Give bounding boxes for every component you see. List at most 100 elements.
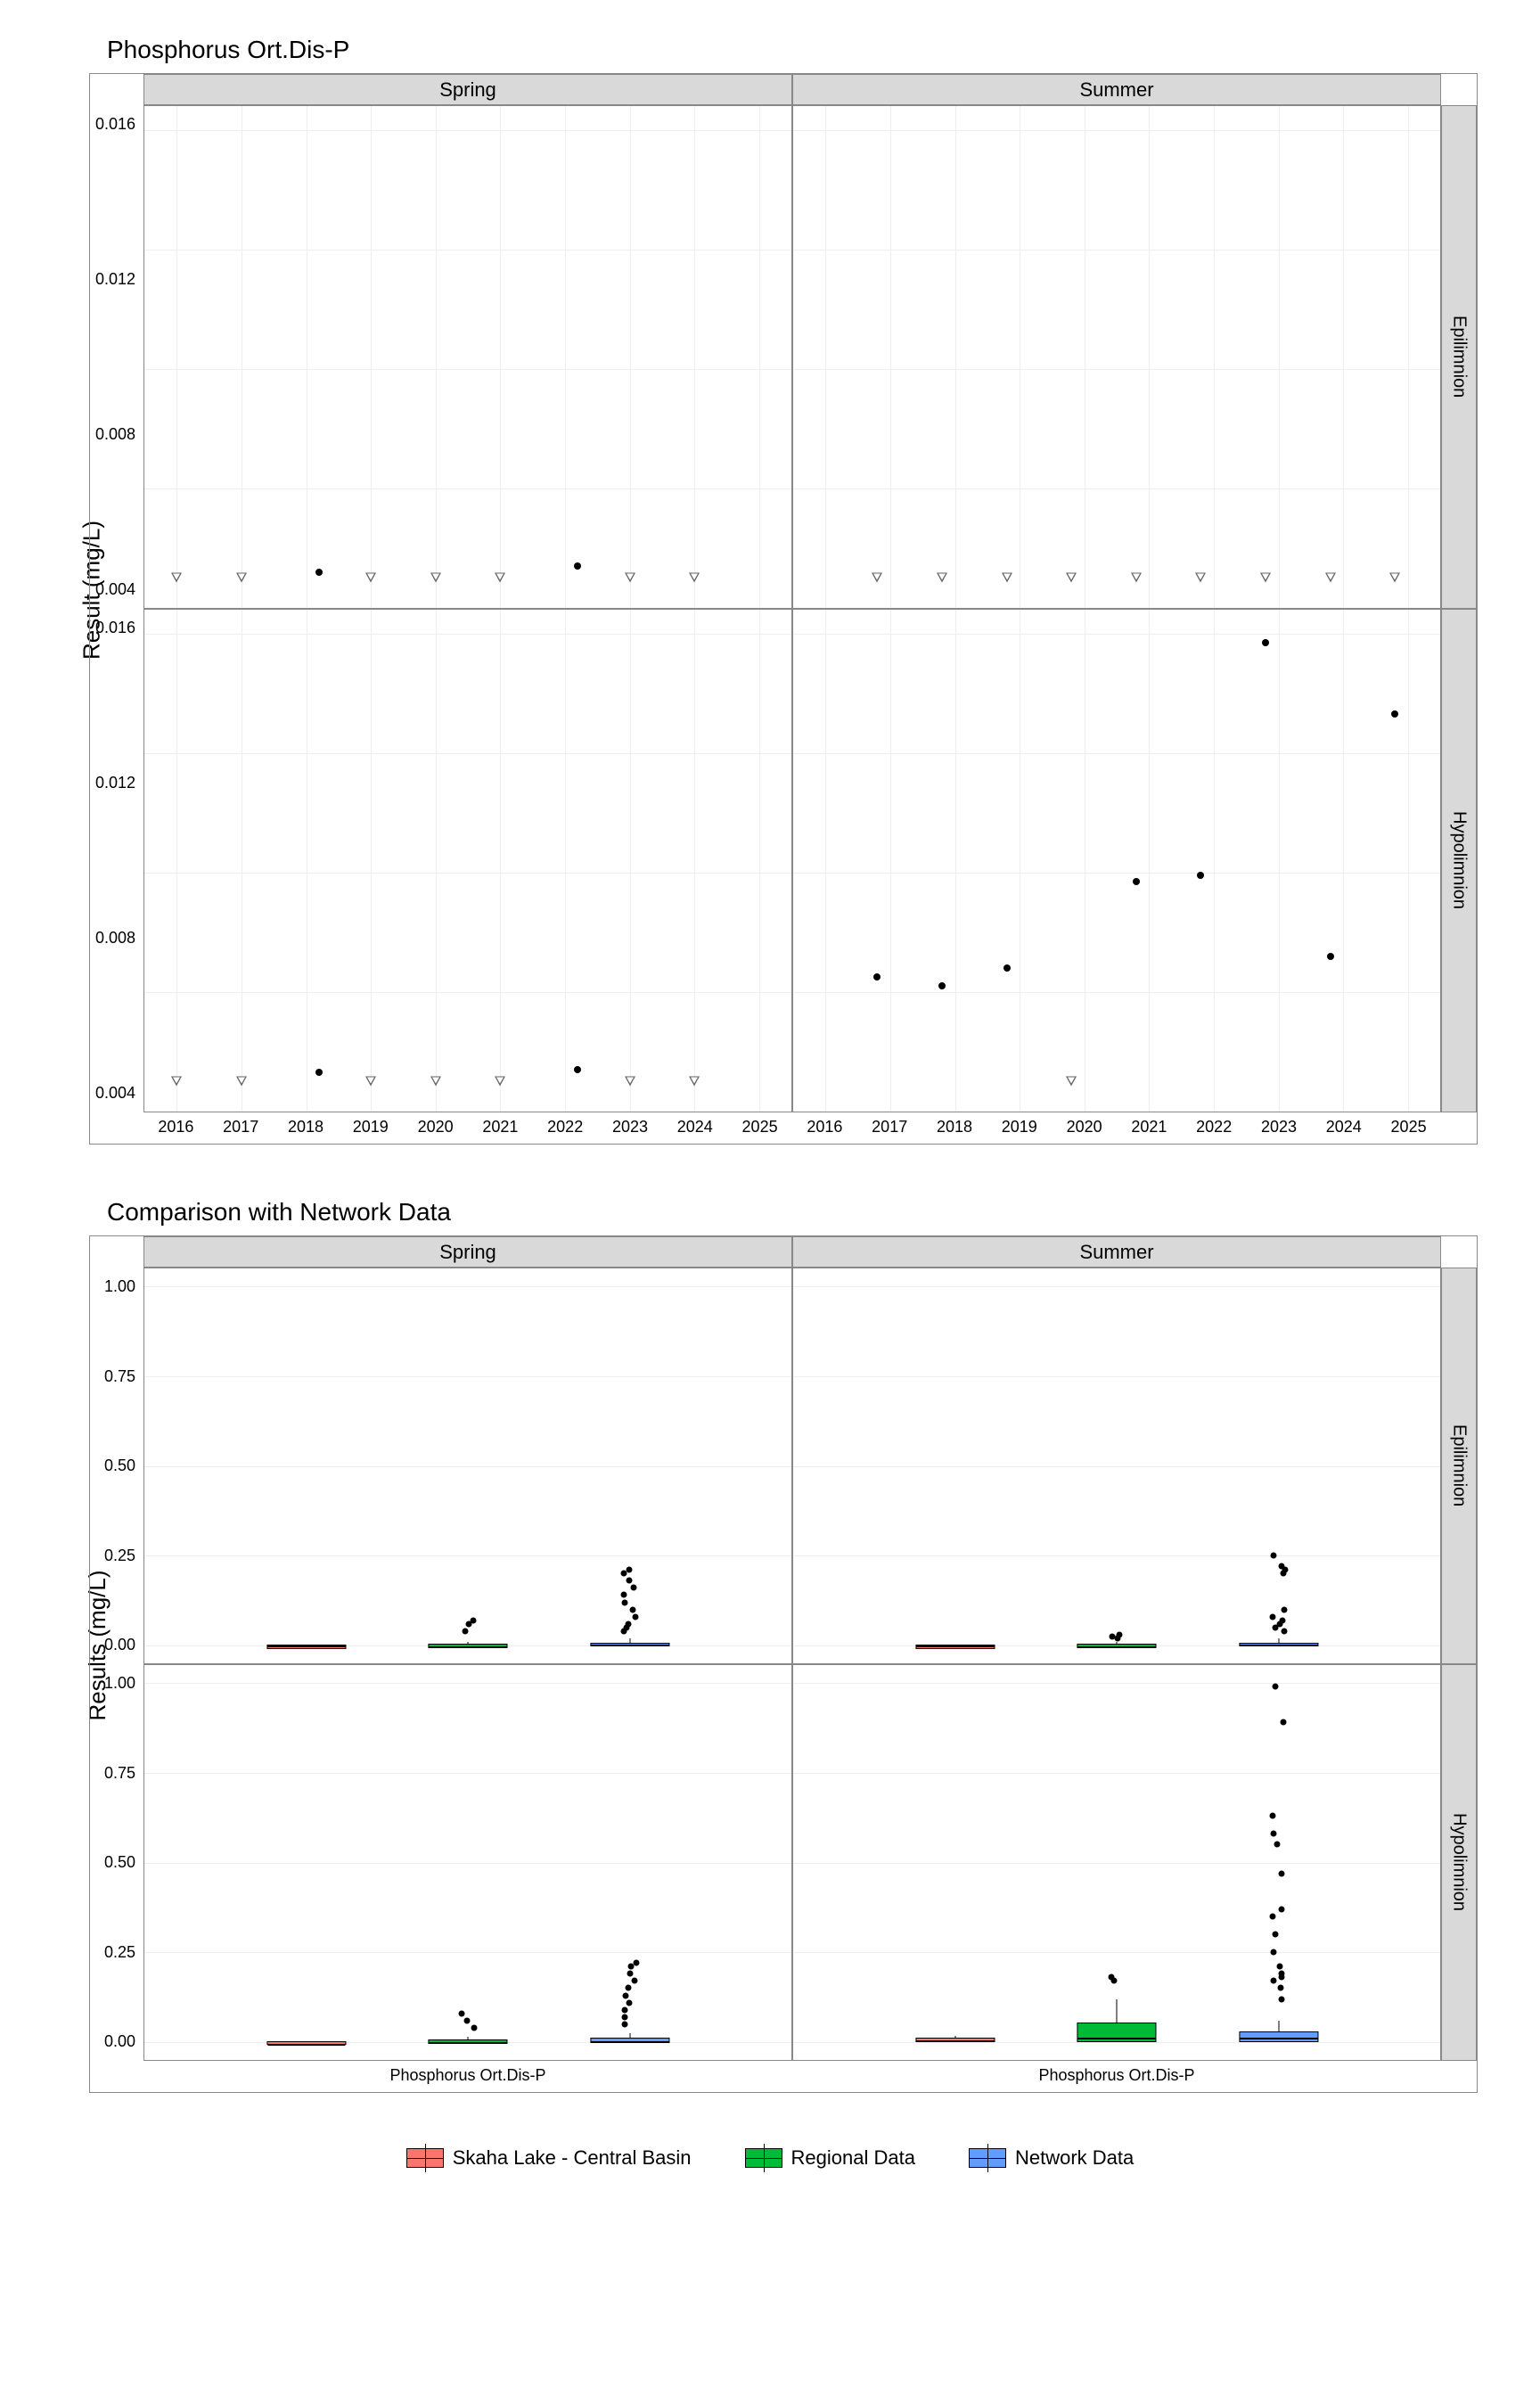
censored-point xyxy=(495,1077,505,1087)
data-point xyxy=(1262,639,1269,646)
data-point xyxy=(1197,872,1204,879)
data-point xyxy=(315,569,323,576)
box xyxy=(428,2039,507,2044)
legend-item: Regional Data xyxy=(745,2146,915,2170)
x-ticks: 2016201720182019202020212022202320242025 xyxy=(143,1112,792,1144)
outlier xyxy=(625,1621,631,1627)
legend-item: Network Data xyxy=(969,2146,1134,2170)
outlier xyxy=(621,2006,627,2013)
legend: Skaha Lake - Central Basin Regional Data N… xyxy=(36,2146,1504,2170)
censored-point xyxy=(1002,573,1012,583)
outlier xyxy=(1278,1906,1284,1912)
y-ticks: 0.0160.0120.0080.004 xyxy=(90,609,143,1112)
y-ticks: 1.000.750.500.250.00 xyxy=(90,1268,143,1664)
outlier xyxy=(462,1628,468,1634)
y-ticks: 0.0160.0120.0080.004 xyxy=(90,105,143,609)
censored-point xyxy=(365,573,376,583)
outlier xyxy=(464,2017,471,2023)
outlier xyxy=(631,1978,637,1984)
data-point xyxy=(574,1066,581,1073)
data-point xyxy=(938,982,946,989)
row-strip: Epilimnion xyxy=(1441,1268,1477,1664)
censored-point xyxy=(1131,573,1142,583)
box xyxy=(428,1644,507,1648)
box xyxy=(266,1645,346,1649)
censored-point xyxy=(1325,573,1336,583)
outlier xyxy=(620,1571,627,1577)
data-point xyxy=(1133,878,1140,885)
x-ticks: 2016201720182019202020212022202320242025 xyxy=(792,1112,1441,1144)
censored-point xyxy=(236,573,247,583)
outlier xyxy=(1108,1974,1114,1981)
censored-point xyxy=(1389,573,1400,583)
col-strip: Spring xyxy=(143,1236,792,1268)
data-point xyxy=(1391,710,1398,718)
box xyxy=(590,2038,669,2043)
box xyxy=(1077,2023,1156,2042)
legend-key-icon xyxy=(745,2148,782,2168)
outlier xyxy=(627,1971,633,1977)
panel xyxy=(792,1664,1441,2061)
outlier xyxy=(621,1599,627,1605)
panel xyxy=(143,105,792,609)
panel xyxy=(143,1664,792,2061)
outlier xyxy=(1117,1631,1123,1637)
outlier xyxy=(622,2014,628,2020)
row-strip: Hypolimnion xyxy=(1441,1664,1477,2061)
outlier xyxy=(1272,1684,1278,1690)
censored-point xyxy=(872,573,882,583)
box xyxy=(915,2038,995,2043)
censored-point xyxy=(495,573,505,583)
censored-point xyxy=(1260,573,1271,583)
outlier xyxy=(1269,1813,1275,1819)
col-strip: Summer xyxy=(792,74,1441,105)
box xyxy=(1239,2031,1318,2042)
legend-label: Regional Data xyxy=(791,2146,915,2170)
outlier xyxy=(1277,1964,1283,1970)
outlier xyxy=(1109,1633,1115,1639)
outlier xyxy=(459,2010,465,2016)
censored-point xyxy=(1066,1077,1077,1087)
box xyxy=(266,2041,346,2046)
data-point xyxy=(1327,953,1334,960)
col-strip: Summer xyxy=(792,1236,1441,1268)
box xyxy=(1077,1644,1156,1648)
censored-point xyxy=(430,1077,441,1087)
chart-timeseries: Phosphorus Ort.Dis-P Result (mg/L) Sprin… xyxy=(36,36,1504,1145)
outlier xyxy=(1281,1719,1287,1726)
outlier xyxy=(621,2021,627,2027)
chart1-title: Phosphorus Ort.Dis-P xyxy=(107,36,1504,64)
censored-point xyxy=(625,573,635,583)
legend-key-icon xyxy=(969,2148,1006,2168)
censored-point xyxy=(236,1077,247,1087)
chart2-grid: SpringSummer 1.000.750.500.250.00 Epilimni… xyxy=(89,1235,1478,2093)
censored-point xyxy=(171,573,182,583)
y-ticks: 1.000.750.500.250.00 xyxy=(90,1664,143,2061)
legend-item: Skaha Lake - Central Basin xyxy=(406,2146,692,2170)
outlier xyxy=(1279,1870,1285,1876)
panel xyxy=(143,609,792,1112)
outlier xyxy=(471,1617,477,1623)
censored-point xyxy=(689,573,700,583)
outlier xyxy=(1271,1831,1277,1837)
outlier xyxy=(630,1606,636,1612)
outlier xyxy=(627,1578,633,1584)
data-point xyxy=(574,562,581,570)
outlier xyxy=(627,1567,633,1573)
censored-point xyxy=(937,573,947,583)
outlier xyxy=(621,1592,627,1598)
box xyxy=(590,1643,669,1647)
outlier xyxy=(1278,1563,1284,1570)
box xyxy=(1239,1643,1318,1647)
outlier xyxy=(1270,1553,1276,1559)
data-point xyxy=(873,973,881,981)
outlier xyxy=(1274,1842,1280,1848)
data-point xyxy=(315,1069,323,1076)
censored-point xyxy=(1195,573,1206,583)
outlier xyxy=(633,1960,639,1966)
outlier xyxy=(626,1999,632,2006)
outlier xyxy=(1282,1628,1288,1634)
outlier xyxy=(1279,1971,1285,1977)
censored-point xyxy=(1066,573,1077,583)
panel xyxy=(143,1268,792,1664)
